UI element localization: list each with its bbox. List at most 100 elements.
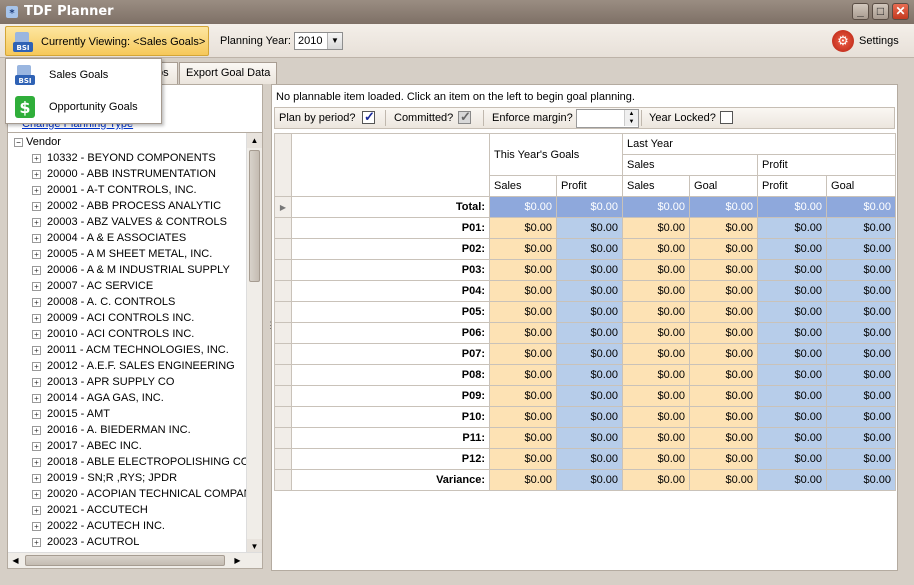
- tree-item-vendor[interactable]: +20004 - A & E ASSOCIATES: [32, 232, 186, 248]
- plan-by-period-checkbox[interactable]: [362, 109, 375, 125]
- row-indicator-icon[interactable]: ▶: [274, 196, 292, 218]
- grid-cell[interactable]: $0.00: [489, 406, 557, 428]
- margin-spinner[interactable]: ▲ ▼: [576, 109, 639, 128]
- row-selector[interactable]: [274, 469, 292, 491]
- tree-item-vendor[interactable]: +20009 - ACI CONTROLS INC.: [32, 312, 194, 328]
- tree-item-vendor[interactable]: +20018 - ABLE ELECTROPOLISHING CO: [32, 456, 249, 472]
- chevron-down-icon[interactable]: ▼: [327, 33, 342, 49]
- row-selector[interactable]: [274, 322, 292, 344]
- grid-cell[interactable]: $0.00: [689, 469, 759, 491]
- year-locked-checkbox[interactable]: [720, 111, 733, 124]
- grid-cell[interactable]: $0.00: [622, 406, 691, 428]
- tree-root-vendor[interactable]: − Vendor: [14, 136, 61, 148]
- expand-icon[interactable]: +: [32, 378, 41, 387]
- tree-item-vendor[interactable]: +10332 - BEYOND COMPONENTS: [32, 152, 216, 168]
- currently-viewing-button[interactable]: BSI Currently Viewing: <Sales Goals>: [5, 26, 209, 56]
- column-header[interactable]: Goal: [689, 175, 759, 197]
- expand-icon[interactable]: +: [32, 522, 41, 531]
- grid-cell[interactable]: $0.00: [826, 322, 897, 344]
- splitter-handle[interactable]: ⋮: [266, 320, 275, 336]
- expand-icon[interactable]: +: [32, 474, 41, 483]
- grid-cell[interactable]: $0.00: [826, 280, 897, 302]
- table-row[interactable]: P07: $0.00 $0.00 $0.00 $0.00 $0.00 $0.00: [274, 343, 897, 365]
- grid-cell[interactable]: $0.00: [555, 406, 624, 428]
- grid-cell[interactable]: $0.00: [489, 238, 557, 260]
- grid-cell[interactable]: $0.00: [555, 448, 624, 470]
- table-row[interactable]: P05: $0.00 $0.00 $0.00 $0.00 $0.00 $0.00: [274, 301, 897, 323]
- tree-item-vendor[interactable]: +20008 - A. C. CONTROLS: [32, 296, 175, 312]
- grid-cell[interactable]: $0.00: [489, 343, 557, 365]
- grid-cell[interactable]: $0.00: [555, 427, 624, 449]
- grid-cell[interactable]: $0.00: [555, 469, 624, 491]
- grid-cell[interactable]: $0.00: [757, 364, 828, 386]
- row-selector[interactable]: [274, 343, 292, 365]
- scroll-left-icon[interactable]: ◀: [8, 553, 23, 568]
- row-selector[interactable]: [274, 259, 292, 281]
- row-selector[interactable]: [274, 385, 292, 407]
- tree-item-vendor[interactable]: +20013 - APR SUPPLY CO: [32, 376, 174, 392]
- tree-item-vendor[interactable]: +20002 - ABB PROCESS ANALYTIC: [32, 200, 221, 216]
- grid-cell[interactable]: $0.00: [622, 196, 691, 218]
- tree-item-vendor[interactable]: +20016 - A. BIEDERMAN INC.: [32, 424, 191, 440]
- expand-icon[interactable]: +: [32, 506, 41, 515]
- row-selector[interactable]: [274, 406, 292, 428]
- row-selector[interactable]: [274, 238, 292, 260]
- grid-cell[interactable]: $0.00: [757, 301, 828, 323]
- grid-cell[interactable]: $0.00: [826, 427, 897, 449]
- grid-cell[interactable]: $0.00: [555, 301, 624, 323]
- grid-cell[interactable]: $0.00: [757, 448, 828, 470]
- grid-cell[interactable]: $0.00: [689, 406, 759, 428]
- grid-cell[interactable]: $0.00: [689, 322, 759, 344]
- table-row[interactable]: ▶ Total: $0.00 $0.00 $0.00 $0.00 $0.00 $0.00: [274, 196, 897, 218]
- tab-export-goal-data[interactable]: Export Goal Data: [179, 62, 278, 84]
- tree-item-vendor[interactable]: +20006 - A & M INDUSTRIAL SUPPLY: [32, 264, 230, 280]
- grid-cell[interactable]: $0.00: [826, 406, 897, 428]
- table-row[interactable]: P03: $0.00 $0.00 $0.00 $0.00 $0.00 $0.00: [274, 259, 897, 281]
- table-row[interactable]: P12: $0.00 $0.00 $0.00 $0.00 $0.00 $0.00: [274, 448, 897, 470]
- tree-item-vendor[interactable]: +20015 - AMT: [32, 408, 110, 424]
- hscroll-thumb[interactable]: [25, 555, 225, 566]
- table-row[interactable]: P02: $0.00 $0.00 $0.00 $0.00 $0.00 $0.00: [274, 238, 897, 260]
- grid-cell[interactable]: $0.00: [757, 427, 828, 449]
- spin-down-icon[interactable]: ▼: [624, 118, 638, 126]
- tree-item-vendor[interactable]: +20010 - ACI CONTROLS INC.: [32, 328, 194, 344]
- grid-cell[interactable]: $0.00: [757, 196, 828, 218]
- grid-cell[interactable]: $0.00: [826, 343, 897, 365]
- column-header[interactable]: Goal: [826, 175, 897, 197]
- grid-cell[interactable]: $0.00: [622, 469, 691, 491]
- expand-icon[interactable]: +: [32, 442, 41, 451]
- grid-cell[interactable]: $0.00: [757, 406, 828, 428]
- table-row[interactable]: P09: $0.00 $0.00 $0.00 $0.00 $0.00 $0.00: [274, 385, 897, 407]
- grid-cell[interactable]: $0.00: [689, 259, 759, 281]
- tree-item-vendor[interactable]: +20011 - ACM TECHNOLOGIES, INC.: [32, 344, 229, 360]
- grid-cell[interactable]: $0.00: [622, 448, 691, 470]
- expand-icon[interactable]: +: [32, 202, 41, 211]
- tree-item-vendor[interactable]: +20007 - AC SERVICE: [32, 280, 153, 296]
- row-selector[interactable]: [274, 301, 292, 323]
- grid-cell[interactable]: $0.00: [826, 238, 897, 260]
- grid-cell[interactable]: $0.00: [622, 217, 691, 239]
- table-row[interactable]: P04: $0.00 $0.00 $0.00 $0.00 $0.00 $0.00: [274, 280, 897, 302]
- committed-checkbox[interactable]: [458, 109, 471, 125]
- expand-icon[interactable]: +: [32, 282, 41, 291]
- column-header[interactable]: Sales: [489, 175, 557, 197]
- grid-cell[interactable]: $0.00: [826, 364, 897, 386]
- tree-item-vendor[interactable]: +20003 - ABZ VALVES & CONTROLS: [32, 216, 227, 232]
- grid-cell[interactable]: $0.00: [689, 301, 759, 323]
- grid-cell[interactable]: $0.00: [757, 238, 828, 260]
- grid-cell[interactable]: $0.00: [689, 364, 759, 386]
- collapse-icon[interactable]: −: [14, 138, 23, 147]
- grid-cell[interactable]: $0.00: [622, 364, 691, 386]
- tree-item-vendor[interactable]: +20019 - SN;R ,RYS; JPDR: [32, 472, 177, 488]
- tree-item-vendor[interactable]: +20005 - A M SHEET METAL, INC.: [32, 248, 212, 264]
- row-selector[interactable]: [274, 217, 292, 239]
- tree-item-vendor[interactable]: +20021 - ACCUTECH: [32, 504, 148, 520]
- grid-cell[interactable]: $0.00: [489, 322, 557, 344]
- column-header[interactable]: Profit: [757, 175, 828, 197]
- grid-cell[interactable]: $0.00: [622, 343, 691, 365]
- tree-item-vendor[interactable]: +20014 - AGA GAS, INC.: [32, 392, 164, 408]
- grid-cell[interactable]: $0.00: [826, 448, 897, 470]
- tree-item-vendor[interactable]: +20012 - A.E.F. SALES ENGINEERING: [32, 360, 235, 376]
- table-row[interactable]: Variance: $0.00 $0.00 $0.00 $0.00 $0.00 $0.00: [274, 469, 897, 491]
- row-selector[interactable]: [274, 364, 292, 386]
